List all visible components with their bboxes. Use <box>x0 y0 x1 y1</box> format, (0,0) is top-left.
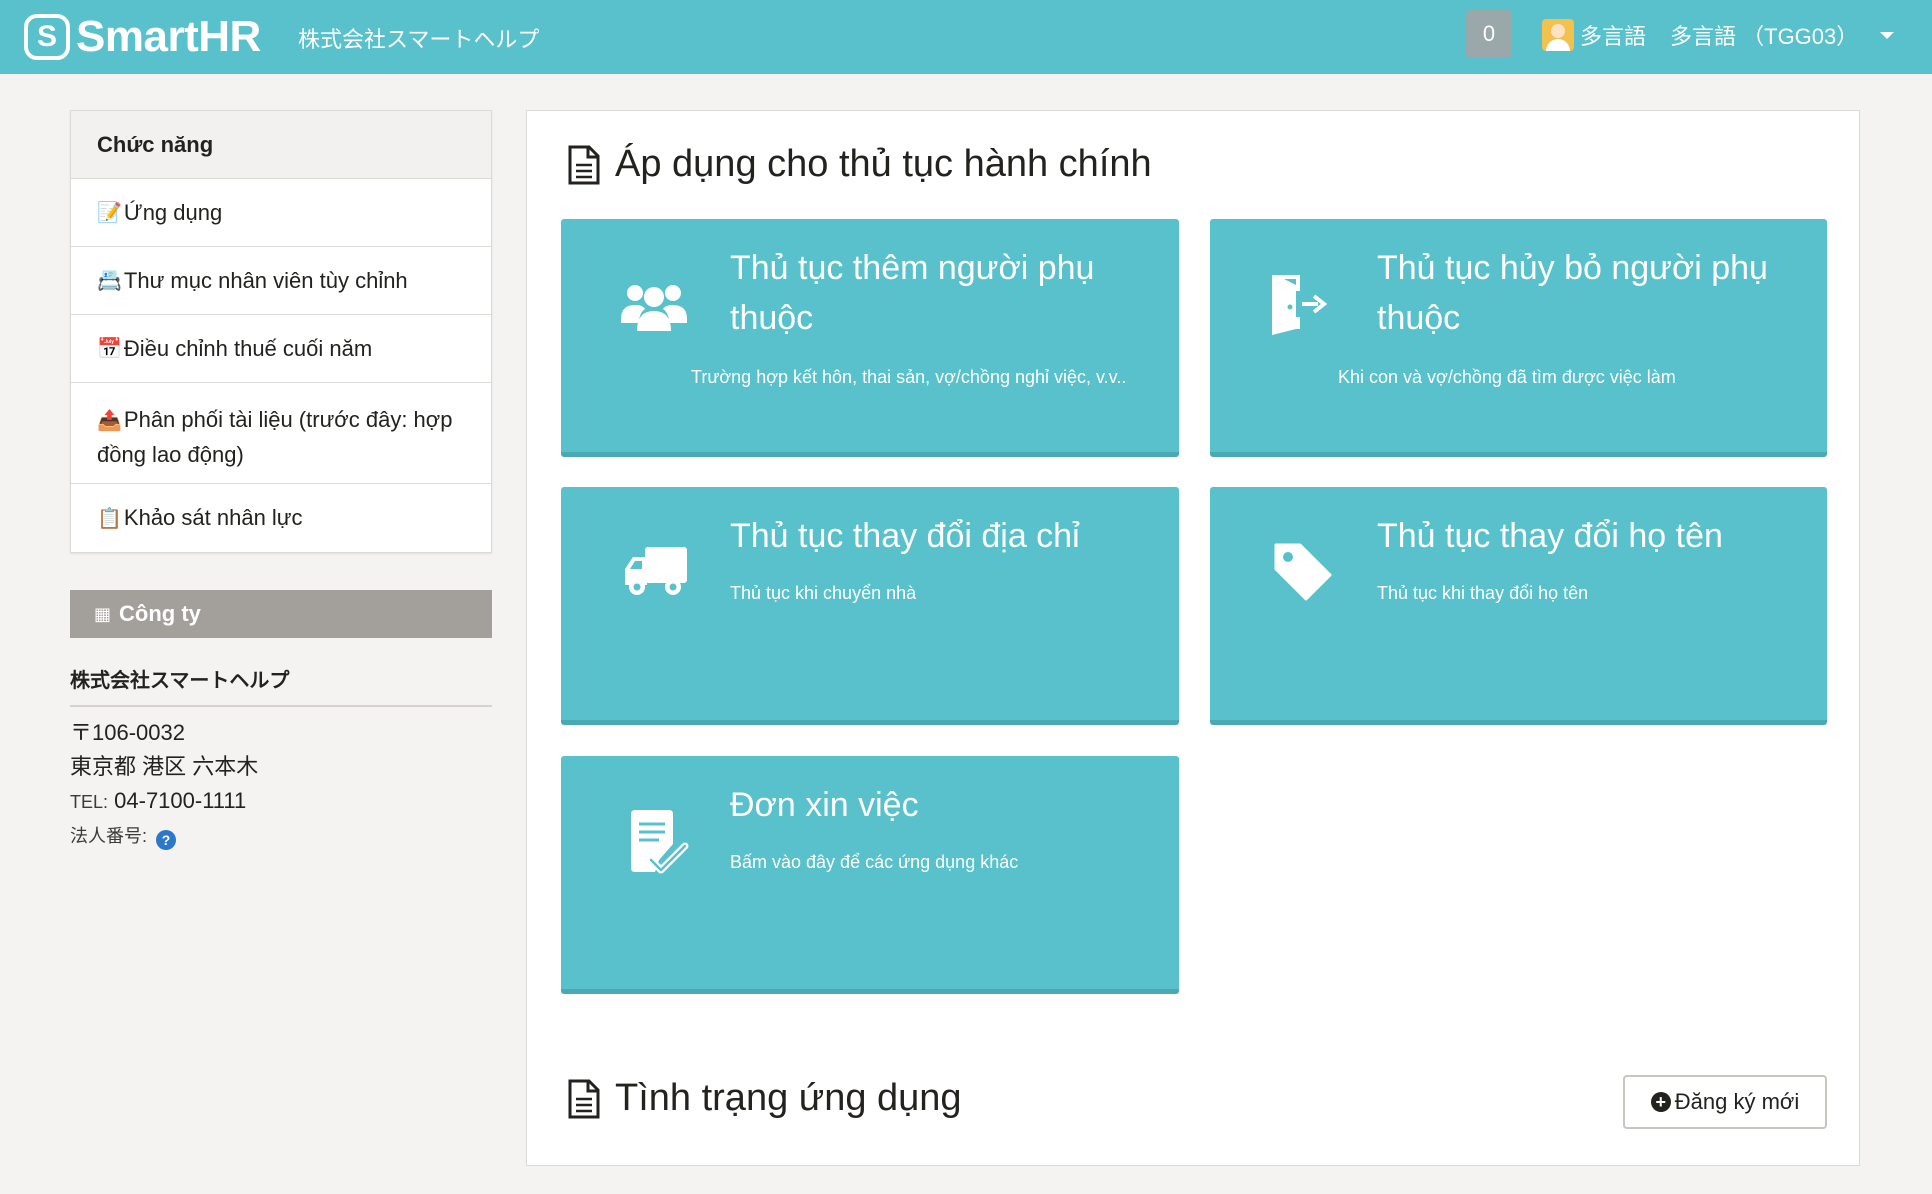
door-exit-icon <box>1272 275 1328 335</box>
card-job-application[interactable]: Đơn xin việc Bấm vào đây để các ứng dụng… <box>561 756 1179 994</box>
company-section-header: ▦ Công ty <box>70 590 492 638</box>
card-title: Đơn xin việc <box>730 786 919 824</box>
company-info: 〒106-0032 東京都 港区 六本木 TEL: 04-7100-1111 法… <box>70 716 258 853</box>
company-section-title: Công ty <box>119 601 201 626</box>
card-address-change[interactable]: Thủ tục thay đổi địa chỉ Thủ tục khi chu… <box>561 487 1179 725</box>
help-icon[interactable]: ? <box>156 830 177 850</box>
employee-directory-icon: 📇 <box>97 270 122 292</box>
calendar-check-icon: 📅 <box>97 338 122 360</box>
document-distribution-icon: 📤 <box>97 410 122 432</box>
sidebar-item-employee-directory[interactable]: 📇 Thư mục nhân viên tùy chỉnh <box>71 247 491 315</box>
chevron-down-icon[interactable] <box>1880 31 1895 39</box>
main-panel: Áp dụng cho thủ tục hành chính Thủ tục t… <box>526 110 1860 1166</box>
company-tel: TEL: 04-7100-1111 <box>70 784 258 819</box>
status-section-title: Tình trạng ứng dụng <box>567 1077 962 1120</box>
survey-clipboard-icon: 📋 <box>97 507 122 530</box>
notification-badge[interactable]: 0 <box>1466 10 1512 58</box>
logo-text: SmartHR <box>76 12 261 61</box>
page-title-text: Áp dụng cho thủ tục hành chính <box>615 143 1152 185</box>
plus-circle-icon: + <box>1650 1092 1671 1112</box>
sidebar-item-label: Ứng dụng <box>123 199 223 225</box>
company-name: 株式会社スマートヘルプ <box>70 664 492 707</box>
document-icon <box>568 1079 600 1118</box>
card-description: Khi con và vợ/chồng đã tìm được việc làm <box>1338 367 1676 387</box>
card-title: Thủ tục thay đổi họ tên <box>1377 517 1723 555</box>
company-address: 東京都 港区 六本木 <box>70 754 259 779</box>
corp-number-label: 法人番号: <box>70 826 148 846</box>
card-title: Thủ tục thay đổi địa chỉ <box>730 517 1080 555</box>
truck-icon <box>625 547 687 595</box>
document-check-icon <box>631 810 689 874</box>
sidebar-item-label: Phân phối tài liệu (trước đây: hợp đồng … <box>97 407 453 467</box>
user-full-name: 多言語 （TGG03） <box>1670 24 1859 49</box>
function-menu: Chức năng 📝 Ứng dụng 📇 Thư mục nhân viên… <box>70 110 492 553</box>
user-short-name: 多言語 <box>1580 24 1647 49</box>
card-title: Thủ tục thêm người phụ thuộc <box>730 249 1095 337</box>
tel-label: TEL: <box>70 792 109 812</box>
company-corp-number: 法人番号: ? <box>70 819 258 853</box>
card-description: Bấm vào đây để các ứng dụng khác <box>730 852 1019 872</box>
sidebar-item-application[interactable]: 📝 Ứng dụng <box>71 179 491 247</box>
card-description: Thủ tục khi thay đổi họ tên <box>1377 583 1589 603</box>
smarthr-logo[interactable]: S SmartHR <box>24 10 261 64</box>
card-title: Thủ tục hủy bỏ người phụ thuộc <box>1377 249 1768 337</box>
company-postal: 〒106-0032 <box>70 720 185 745</box>
card-description: Trường hợp kết hôn, thai sản, vợ/chồng n… <box>691 367 1127 387</box>
card-name-change[interactable]: Thủ tục thay đổi họ tên Thủ tục khi thay… <box>1210 487 1827 725</box>
card-description: Thủ tục khi chuyển nhà <box>730 583 917 603</box>
avatar <box>1542 19 1574 51</box>
page-title: Áp dụng cho thủ tục hành chính <box>567 143 1152 186</box>
logo-mark-icon: S <box>24 14 70 60</box>
sidebar-item-survey[interactable]: 📋 Khảo sát nhân lực <box>71 484 491 552</box>
user-menu[interactable]: 多言語 多言語 （TGG03） <box>1542 18 1895 52</box>
new-registration-label: Đăng ký mới <box>1674 1089 1800 1114</box>
tel-value: 04-7100-1111 <box>114 788 247 813</box>
sidebar-item-label: Thư mục nhân viên tùy chỉnh <box>123 267 408 293</box>
document-icon <box>568 145 600 184</box>
sidebar-item-document-distribution[interactable]: 📤Phân phối tài liệu (trước đây: hợp đồng… <box>71 383 491 484</box>
sidebar-item-year-end-tax[interactable]: 📅 Điều chỉnh thuế cuối năm <box>71 315 491 383</box>
card-add-dependent[interactable]: Thủ tục thêm người phụ thuộc Trường hợp … <box>561 219 1179 457</box>
tag-icon <box>1274 543 1332 601</box>
application-icon: 📝 <box>97 202 122 224</box>
new-registration-button[interactable]: + Đăng ký mới <box>1623 1075 1827 1129</box>
status-title-text: Tình trạng ứng dụng <box>615 1077 962 1119</box>
card-remove-dependent[interactable]: Thủ tục hủy bỏ người phụ thuộc Khi con v… <box>1210 219 1827 457</box>
function-menu-title: Chức năng <box>71 111 491 179</box>
tenant-name: 株式会社スマートヘルプ <box>298 27 540 52</box>
users-group-icon <box>621 285 687 331</box>
sidebar-item-label: Điều chỉnh thuế cuối năm <box>123 335 373 361</box>
building-icon: ▦ <box>94 603 112 624</box>
top-bar: S SmartHR 株式会社スマートヘルプ 0 多言語 多言語 （TGG03） <box>0 0 1932 74</box>
sidebar-item-label: Khảo sát nhân lực <box>123 505 303 530</box>
